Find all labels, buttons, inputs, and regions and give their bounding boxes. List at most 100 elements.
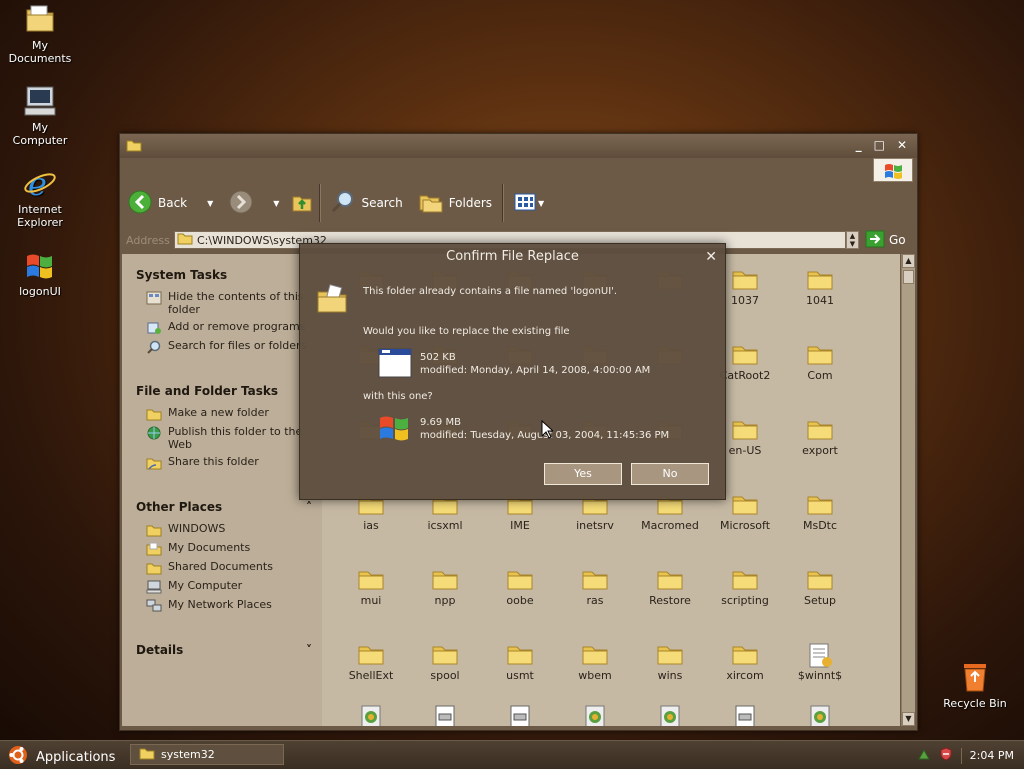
chevron-down-icon[interactable]: ▼ [273,199,279,208]
close-button[interactable]: ✕ [897,138,907,152]
task-share-folder[interactable]: Share this folder [122,453,322,472]
windows-flag-icon [23,248,57,282]
taskbar: Applications system32 2:04 PM [0,740,1024,769]
place-my-network-places[interactable]: My Network Places [122,596,322,615]
folder-icon [732,418,758,440]
folder-icon [146,523,162,537]
folder-item[interactable]: Com [785,343,855,382]
folder-item[interactable]: 1041 [785,268,855,307]
no-button[interactable]: No [631,463,709,485]
desktop-icon-my-computer[interactable]: My Computer [0,84,80,147]
scroll-up-button[interactable]: ▲ [902,254,915,268]
setup-file-icon[interactable] [560,704,630,726]
folder-icon [732,493,758,515]
task-make-new-folder[interactable]: Make a new folder [122,404,322,423]
application-file-icon[interactable] [410,704,480,726]
place-shared-documents[interactable]: Shared Documents [122,558,322,577]
setup-file-icon[interactable] [785,704,855,726]
folder-item[interactable]: Restore [635,568,705,607]
task-add-remove-programs[interactable]: Add or remove programs [122,318,322,337]
security-shield-icon[interactable] [939,747,953,764]
dialog-close-button[interactable]: ✕ [705,244,717,270]
tray-separator [960,747,962,764]
chevron-up-icon[interactable]: ˄ [306,500,312,514]
section-header[interactable]: Details ˅ [122,633,322,663]
toolbar-separator [319,184,322,222]
section-header[interactable]: System Tasks [122,254,322,288]
folder-item-label: 1041 [806,294,834,307]
folder-item[interactable]: npp [410,568,480,607]
folder-item[interactable]: scripting [710,568,780,607]
folder-item[interactable]: export [785,418,855,457]
application-file-icon[interactable] [710,704,780,726]
window-titlebar[interactable]: _ □ ✕ [120,134,917,158]
folders-icon [419,191,443,216]
maximize-button[interactable]: □ [874,138,885,152]
back-button[interactable]: Back ▼ [120,185,221,221]
folder-item[interactable]: xircom [710,643,780,682]
svg-text:e: e [28,166,47,200]
folder-item[interactable]: ras [560,568,630,607]
desktop-icon-label: logonUI [19,285,61,298]
setup-file-icon[interactable] [336,704,406,726]
folder-item-label: scripting [721,594,769,607]
folder-item[interactable]: usmt [485,643,555,682]
setup-file-icon[interactable] [635,704,705,726]
vertical-scrollbar[interactable]: ▲ ▼ [901,254,915,726]
windows-logo [873,158,913,182]
go-label: Go [889,233,906,247]
chevron-down-icon[interactable]: ˅ [306,643,312,657]
dialog-titlebar[interactable]: Confirm File Replace ✕ [300,244,725,270]
folder-item[interactable]: Setup [785,568,855,607]
folder-item-label: Restore [649,594,691,607]
folder-item[interactable]: ShellExt [336,643,406,682]
desktop-icon-recycle-bin[interactable]: Recycle Bin [935,660,1015,710]
network-icon [146,599,162,613]
desktop-icon-logonui[interactable]: logonUI [0,248,80,298]
application-file-icon[interactable] [485,704,555,726]
network-tray-icon[interactable] [917,747,931,764]
folder-item[interactable]: wbem [560,643,630,682]
folder-item[interactable]: spool [410,643,480,682]
clock[interactable]: 2:04 PM [970,749,1014,762]
folder-item[interactable]: mui [336,568,406,607]
applications-menu-button[interactable]: Applications [8,745,115,769]
section-header[interactable]: Other Places ˄ [122,490,322,520]
chevron-down-icon[interactable]: ▼ [207,199,213,208]
folder-item[interactable]: oobe [485,568,555,607]
desktop-icon-my-documents[interactable]: My Documents [0,2,80,65]
desktop-icon-internet-explorer[interactable]: e Internet Explorer [0,165,80,229]
folder-item-label: ShellExt [348,669,394,682]
up-folder-button[interactable] [287,185,317,221]
minimize-button[interactable]: _ [856,138,862,152]
folder-item[interactable]: wins [635,643,705,682]
scroll-down-button[interactable]: ▼ [902,712,915,726]
search-button[interactable]: Search [323,185,410,221]
place-windows[interactable]: WINDOWS [122,520,322,539]
folders-button[interactable]: Folders [411,185,500,221]
yes-button[interactable]: Yes [544,463,622,485]
task-publish-web[interactable]: Publish this folder to the Web [122,423,322,453]
forward-button[interactable]: ▼ [221,185,287,221]
folder-item-label: Com [807,369,833,382]
folder-icon [732,268,758,290]
desktop-icon-label: My Documents [8,39,72,65]
place-my-computer[interactable]: My Computer [122,577,322,596]
go-button[interactable]: Go [865,230,906,251]
views-button[interactable]: ▼ [506,185,552,221]
folder-item[interactable]: MsDtc [785,493,855,532]
folder-icon [582,643,608,665]
folder-item[interactable]: $winnt$ [785,643,855,682]
folder-icon [807,493,833,515]
task-hide-contents[interactable]: Hide the contents of this folder [122,288,322,318]
back-arrow-icon [128,190,152,217]
address-dropdown-button[interactable]: ▲ ▼ [846,231,859,249]
taskbar-item-system32[interactable]: system32 [130,744,284,765]
scrollbar-thumb[interactable] [903,270,914,284]
section-header[interactable]: File and Folder Tasks [122,374,322,404]
desktop-icon-label: Internet Explorer [17,203,63,229]
folder-documents-icon [23,2,57,36]
folder-item-label: Setup [803,594,837,607]
place-my-documents[interactable]: My Documents [122,539,322,558]
task-search-files[interactable]: Search for files or folders [122,337,322,356]
